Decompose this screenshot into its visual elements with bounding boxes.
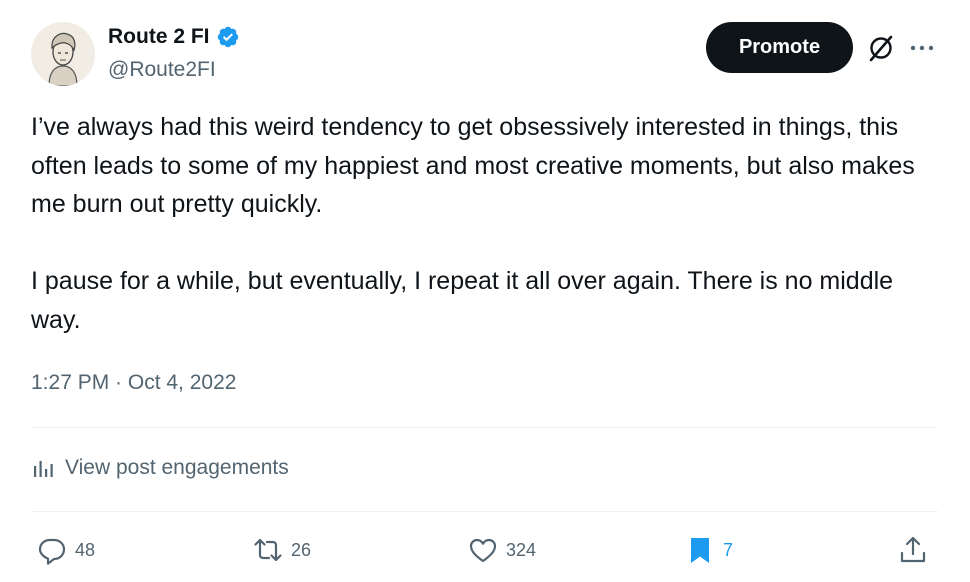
promote-button[interactable]: Promote <box>706 22 853 73</box>
repost-count: 26 <box>291 539 312 560</box>
divider <box>31 427 938 428</box>
avatar[interactable] <box>31 22 95 86</box>
author-display-name[interactable]: Route 2 FI <box>108 25 210 49</box>
action-bar: 48 26 324 7 <box>31 530 938 570</box>
share-button[interactable] <box>898 530 928 570</box>
author-handle[interactable]: @Route2FI <box>108 58 216 82</box>
tweet-text: I’ve always had this weird tendency to g… <box>31 113 915 334</box>
reply-icon <box>38 538 66 565</box>
divider <box>31 511 938 512</box>
like-count: 324 <box>506 539 537 560</box>
bookmark-count: 7 <box>723 539 734 560</box>
bookmark-icon <box>691 538 709 563</box>
more-icon[interactable] <box>907 34 937 62</box>
view-engagements-label: View post engagements <box>65 456 289 479</box>
verified-badge-icon <box>217 26 238 48</box>
bookmark-button[interactable]: 7 <box>685 530 733 570</box>
reply-button[interactable]: 48 <box>37 530 95 570</box>
share-icon <box>900 536 926 563</box>
analytics-icon <box>34 461 53 477</box>
grok-icon[interactable] <box>867 34 895 62</box>
like-icon <box>469 538 497 563</box>
repost-icon <box>254 538 282 562</box>
tweet-timestamp[interactable]: 1:27 PM · Oct 4, 2022 <box>31 371 236 395</box>
repost-button[interactable]: 26 <box>253 530 311 570</box>
view-engagements-link[interactable]: View post engagements <box>31 456 289 480</box>
like-button[interactable]: 324 <box>468 530 536 570</box>
reply-count: 48 <box>75 539 96 560</box>
author-name-row[interactable]: Route 2 FI <box>108 25 240 49</box>
